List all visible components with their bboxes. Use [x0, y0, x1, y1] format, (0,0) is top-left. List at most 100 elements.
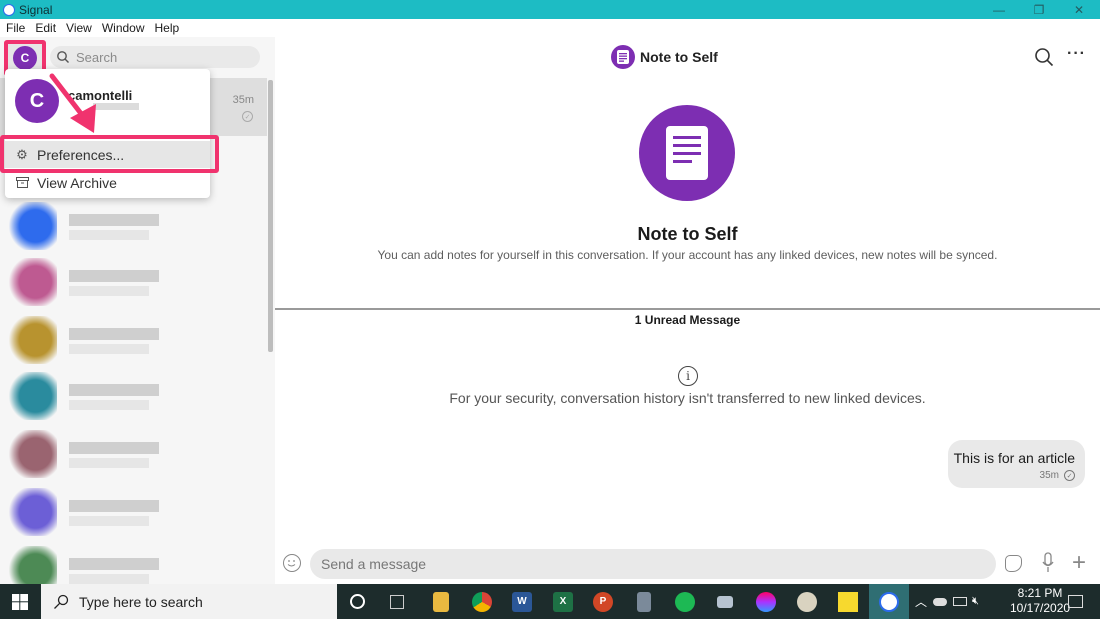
view-archive-label: View Archive [37, 174, 117, 191]
file-explorer-icon[interactable] [421, 584, 461, 619]
blurred-avatar [9, 316, 57, 364]
blurred-contact-item[interactable] [9, 430, 164, 478]
menu-edit[interactable]: Edit [35, 21, 56, 35]
profile-name: camontelli [68, 88, 133, 103]
archive-icon [15, 176, 29, 190]
emoji-button[interactable] [283, 554, 301, 572]
avatar: C [13, 46, 37, 70]
blurred-contact-item[interactable] [9, 372, 164, 420]
start-button[interactable] [0, 584, 40, 619]
message-composer: + [275, 546, 1100, 584]
blurred-preview [69, 344, 149, 354]
message-bubble-outgoing[interactable]: This is for an article 35m ✓ [948, 440, 1085, 488]
notifications-icon[interactable] [1055, 584, 1095, 619]
sidebar-scrollbar[interactable] [268, 80, 273, 352]
task-view-icon[interactable] [377, 584, 417, 619]
menu-bar: File Edit View Window Help [0, 19, 1100, 37]
search-box[interactable] [50, 46, 260, 68]
taskbar-search-placeholder: Type here to search [79, 593, 203, 610]
conversation-panel: Note to Self ··· Note to Self You can ad… [275, 37, 1100, 584]
battery-icon[interactable] [953, 597, 968, 606]
paint-3d-icon[interactable] [746, 584, 786, 619]
blurred-preview [69, 516, 149, 526]
volume-muted-icon[interactable]: 🔇︎ [972, 595, 979, 608]
conversation-header: Note to Self ··· [275, 37, 1100, 77]
profile-menu-avatar: C [15, 79, 59, 123]
profile-phone-redacted [93, 103, 139, 110]
security-notice: For your security, conversation history … [449, 390, 926, 406]
sticky-notes-icon[interactable] [828, 584, 868, 619]
powerpoint-icon[interactable]: P [583, 584, 623, 619]
message-meta: 35m ✓ [1040, 470, 1075, 481]
emoji-icon [287, 560, 296, 567]
more-options-icon[interactable]: ··· [1067, 45, 1086, 63]
attachment-plus-icon[interactable]: + [1072, 549, 1086, 577]
message-text: This is for an article [953, 450, 1075, 466]
microphone-icon[interactable] [1042, 551, 1054, 575]
note-icon [617, 50, 629, 64]
app-icon[interactable] [705, 584, 745, 619]
blurred-preview [69, 230, 149, 240]
blurred-name [69, 214, 159, 226]
windows-taskbar: Type here to search W X P ︿ 🔇︎ 8:21 PM 1… [0, 584, 1100, 619]
blurred-avatar [9, 488, 57, 536]
signal-app-icon [3, 3, 15, 16]
signal-taskbar-icon[interactable] [869, 584, 909, 619]
menu-item-view-archive[interactable]: View Archive [5, 169, 210, 196]
blurred-contact-item[interactable] [9, 316, 164, 364]
blurred-name [69, 384, 159, 396]
note-to-self-avatar[interactable] [611, 45, 635, 69]
blurred-name [69, 442, 159, 454]
search-icon [54, 594, 69, 609]
sent-check-icon: ✓ [242, 111, 253, 122]
profile-menu: C camontelli ⚙ Preferences... View Archi… [5, 69, 210, 198]
blurred-contact-item[interactable] [9, 202, 164, 250]
blurred-preview [69, 400, 149, 410]
blurred-avatar [9, 372, 57, 420]
blurred-name [69, 500, 159, 512]
note-icon [666, 126, 708, 180]
windows-logo-icon [12, 593, 28, 610]
search-icon [57, 51, 69, 63]
minimize-button[interactable]: — [979, 0, 1019, 19]
show-hidden-icons[interactable]: ︿ [915, 593, 927, 610]
unread-divider [275, 308, 1100, 310]
search-conversation-icon[interactable] [1034, 47, 1054, 67]
taskbar-search[interactable]: Type here to search [41, 584, 337, 619]
conversation-time: 35m [232, 94, 254, 106]
blurred-avatar [9, 258, 57, 306]
word-icon[interactable]: W [502, 584, 542, 619]
blurred-contact-item[interactable] [9, 258, 164, 306]
paint-icon[interactable] [787, 584, 827, 619]
info-icon: i [678, 366, 698, 386]
search-input[interactable] [76, 49, 246, 65]
window-title: Signal [19, 2, 53, 17]
excel-icon[interactable]: X [543, 584, 583, 619]
blurred-avatar [9, 430, 57, 478]
message-input[interactable] [321, 556, 981, 572]
title-bar: Signal — ❐ ✕ [0, 0, 1100, 19]
unread-label: 1 Unread Message [634, 313, 741, 327]
blurred-avatar [9, 202, 57, 250]
spotify-icon[interactable] [665, 584, 705, 619]
conversation-title[interactable]: Note to Self [640, 49, 718, 65]
menu-view[interactable]: View [66, 21, 92, 35]
menu-help[interactable]: Help [155, 21, 180, 35]
hero-title: Note to Self [637, 224, 738, 244]
message-time: 35m [1039, 470, 1059, 481]
blurred-name [69, 558, 159, 570]
maximize-button[interactable]: ❐ [1019, 0, 1059, 19]
hero-subtitle: You can add notes for yourself in this c… [377, 248, 998, 262]
sticker-icon[interactable] [1005, 555, 1022, 572]
calculator-icon[interactable] [624, 584, 664, 619]
cortana-icon[interactable] [337, 584, 377, 619]
blurred-name [69, 270, 159, 282]
menu-window[interactable]: Window [102, 21, 145, 35]
blurred-contact-item[interactable] [9, 488, 164, 536]
menu-file[interactable]: File [6, 21, 25, 35]
close-button[interactable]: ✕ [1059, 0, 1099, 19]
system-tray: ︿ 🔇︎ [913, 584, 979, 619]
message-input-box[interactable] [310, 549, 996, 579]
chrome-icon[interactable] [462, 584, 502, 619]
onedrive-icon[interactable] [933, 597, 948, 606]
